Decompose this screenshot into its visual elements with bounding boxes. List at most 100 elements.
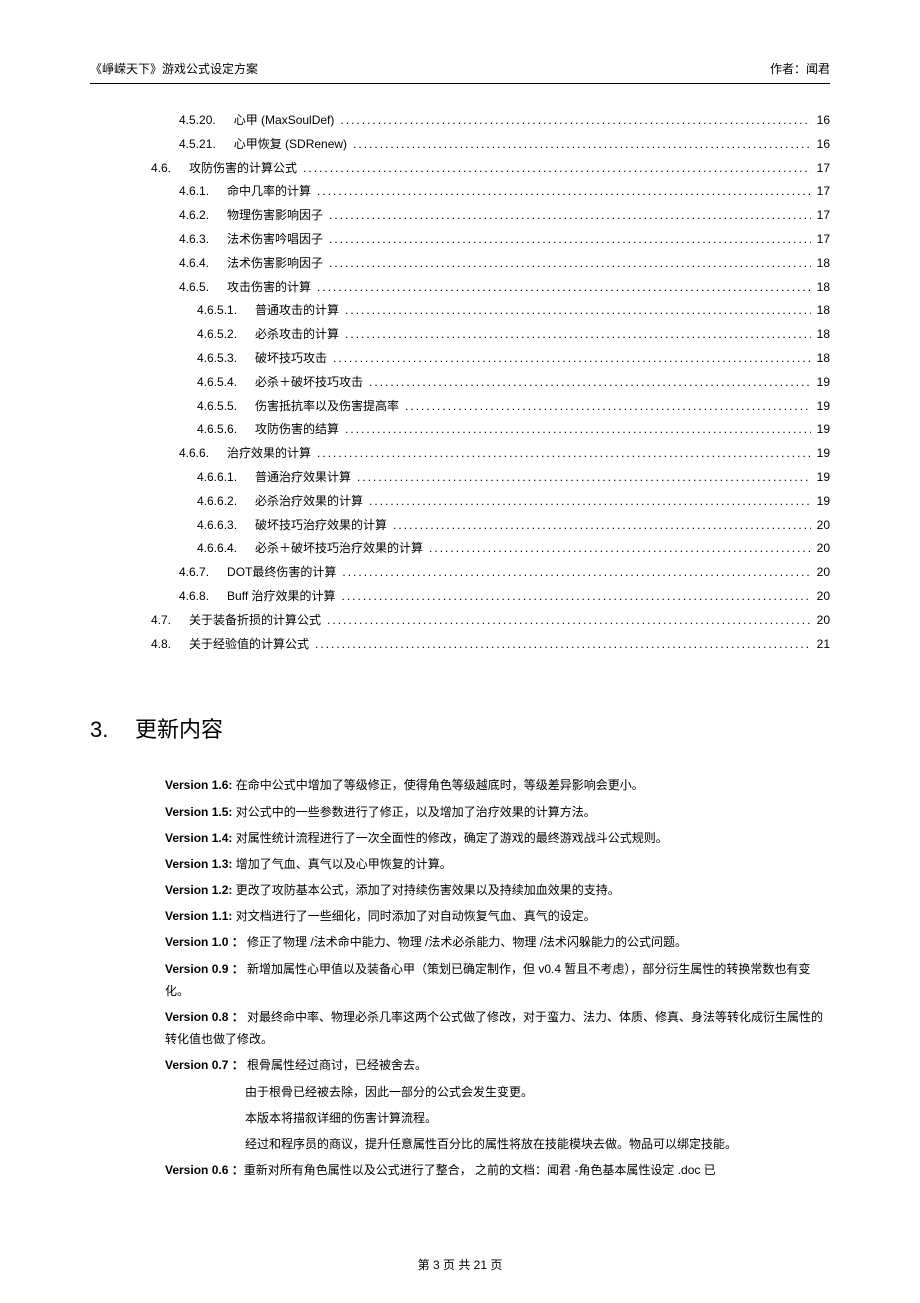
toc-title: 治疗效果的计算 (227, 445, 311, 462)
toc-entry: 4.6.6.2.必杀治疗效果的计算19 (135, 493, 830, 510)
toc-leader (329, 207, 811, 224)
toc-leader (357, 469, 811, 486)
toc-number: 4.6.6.4. (197, 540, 237, 557)
toc-number: 4.6.6.2. (197, 493, 237, 510)
toc-page: 18 (817, 302, 830, 319)
toc-leader (342, 564, 810, 581)
toc-leader (329, 231, 811, 248)
version-text: 对公式中的一些参数进行了修正，以及增加了治疗效果的计算方法。 (236, 805, 596, 819)
toc-title: 攻防伤害的计算公式 (189, 160, 297, 177)
toc-leader (315, 636, 811, 653)
toc-leader (329, 255, 811, 272)
toc-page: 20 (817, 588, 830, 605)
version-text: 对文档进行了一些细化，同时添加了对自动恢复气血、真气的设定。 (236, 909, 596, 923)
toc-page: 17 (817, 231, 830, 248)
version-label: Version 1.0 ： (165, 935, 247, 949)
toc-number: 4.6.5.6. (197, 421, 237, 438)
toc-page: 20 (817, 564, 830, 581)
toc-leader (317, 183, 811, 200)
toc-entry: 4.6.5.2.必杀攻击的计算18 (135, 326, 830, 343)
version-continuation: 本版本将描叙详细的伤害计算流程。 (165, 1107, 830, 1129)
version-list: Version 1.6: 在命中公式中增加了等级修正，使得角色等级越底时，等级差… (90, 774, 830, 1181)
toc-title: 必杀治疗效果的计算 (255, 493, 363, 510)
toc-title: 心甲恢复 (SDRenew) (234, 136, 347, 153)
toc-leader (345, 421, 811, 438)
version-entry: Version 0.7 ： 根骨属性经过商讨，已经被舍去。 (165, 1054, 830, 1076)
toc-number: 4.6.1. (179, 183, 209, 200)
toc-leader (369, 493, 811, 510)
toc-page: 18 (817, 255, 830, 272)
toc-number: 4.6. (151, 160, 171, 177)
toc-page: 19 (817, 398, 830, 415)
page-header: 《崢嵘天下》游戏公式设定方案 作者：闻君 (90, 60, 830, 84)
version-label: Version 1.3: (165, 857, 236, 871)
toc-entry: 4.6.5.1. 普通攻击的计算 18 (135, 302, 830, 319)
version-entry: Version 1.4: 对属性统计流程进行了一次全面性的修改，确定了游戏的最终… (165, 827, 830, 849)
toc-page: 18 (817, 279, 830, 296)
doc-title: 《崢嵘天下》游戏公式设定方案 (90, 60, 258, 77)
toc-leader (317, 279, 811, 296)
toc-page: 17 (817, 183, 830, 200)
toc-number: 4.6.5.3. (197, 350, 237, 367)
toc-title: 关于装备折损的计算公式 (189, 612, 321, 629)
toc-entry: 4.6.5.攻击伤害的计算18 (135, 279, 830, 296)
version-text: 新增加属性心甲值以及装备心甲（策划已确定制作，但 v0.4 暂且不考虑），部分衍… (165, 962, 810, 998)
toc-leader (405, 398, 811, 415)
toc-leader (345, 302, 811, 319)
toc-title: 命中几率的计算 (227, 183, 311, 200)
toc-entry: 4.6.2.物理伤害影响因子17 (135, 207, 830, 224)
version-entry: Version 1.2: 更改了攻防基本公式，添加了对持续伤害效果以及持续加血效… (165, 879, 830, 901)
toc-leader (342, 588, 811, 605)
version-entry: Version 0.6 ：重新对所有角色属性以及公式进行了整合， 之前的文档：闻… (165, 1159, 830, 1181)
toc-number: 4.6.2. (179, 207, 209, 224)
toc-title: 必杀＋破坏技巧治疗效果的计算 (255, 540, 423, 557)
version-continuation: 由于根骨已经被去除，因此一部分的公式会发生变更。 (165, 1081, 830, 1103)
toc-page: 21 (817, 636, 830, 653)
toc-title: DOT最终伤害的计算 (227, 564, 336, 581)
toc-page: 19 (817, 469, 830, 486)
toc-number: 4.6.6.1. (197, 469, 237, 486)
toc-number: 4.6.3. (179, 231, 209, 248)
toc-title: 普通攻击的计算 (255, 302, 339, 319)
toc-number: 4.6.4. (179, 255, 209, 272)
toc-title: 必杀＋破坏技巧攻击 (255, 374, 363, 391)
version-label: Version 1.4: (165, 831, 236, 845)
version-text: 对属性统计流程进行了一次全面性的修改，确定了游戏的最终游戏战斗公式规则。 (236, 831, 668, 845)
toc-page: 20 (817, 540, 830, 557)
toc-entry: 4.6.3. 法术伤害吟唱因子 17 (135, 231, 830, 248)
version-label: Version 1.6: (165, 778, 236, 792)
toc-number: 4.6.5.5. (197, 398, 237, 415)
toc-title: 破坏技巧治疗效果的计算 (255, 517, 387, 534)
toc-entry: 4.6.7.DOT最终伤害的计算20 (135, 564, 830, 581)
toc-number: 4.6.5.1. (197, 302, 237, 319)
toc-entry: 4.5.20.心甲 (MaxSoulDef)16 (135, 112, 830, 129)
toc-title: 法术伤害吟唱因子 (227, 231, 323, 248)
toc-entry: 4.6.8.Buff 治疗效果的计算20 (135, 588, 830, 605)
page-number: 第 3 页 共 21 页 (418, 1258, 503, 1272)
toc-page: 19 (817, 421, 830, 438)
toc-number: 4.6.5. (179, 279, 209, 296)
section-heading: 3. 更新内容 (90, 712, 830, 744)
version-entry: Version 1.5: 对公式中的一些参数进行了修正，以及增加了治疗效果的计算… (165, 801, 830, 823)
toc-leader (393, 517, 811, 534)
toc-title: 普通治疗效果计算 (255, 469, 351, 486)
toc-entry: 4.6.攻防伤害的计算公式17 (135, 160, 830, 177)
toc-page: 17 (817, 207, 830, 224)
toc-leader (333, 350, 811, 367)
toc-page: 19 (817, 445, 830, 462)
version-text: 对最终命中率、物理必杀几率这两个公式做了修改，对于蛮力、法力、体质、修真、身法等… (165, 1010, 823, 1046)
version-entry: Version 0.8 ： 对最终命中率、物理必杀几率这两个公式做了修改，对于蛮… (165, 1006, 830, 1050)
page-footer: 第 3 页 共 21 页 (0, 1256, 920, 1273)
toc-page: 16 (817, 112, 830, 129)
toc-leader (340, 112, 810, 129)
toc-title: 法术伤害影响因子 (227, 255, 323, 272)
toc-entry: 4.6.6.4. 必杀＋破坏技巧治疗效果的计算 20 (135, 540, 830, 557)
toc-entry: 4.6.5.4.必杀＋破坏技巧攻击19 (135, 374, 830, 391)
toc-entry: 4.6.6.1. 普通治疗效果计算 19 (135, 469, 830, 486)
toc-leader (327, 612, 811, 629)
version-text: 重新对所有角色属性以及公式进行了整合， 之前的文档：闻君 -角色基本属性设定 .… (244, 1163, 716, 1177)
version-entry: Version 1.3: 增加了气血、真气以及心甲恢复的计算。 (165, 853, 830, 875)
version-label: Version 1.1: (165, 909, 236, 923)
toc-title: Buff 治疗效果的计算 (227, 588, 335, 605)
toc-number: 4.6.5.4. (197, 374, 237, 391)
